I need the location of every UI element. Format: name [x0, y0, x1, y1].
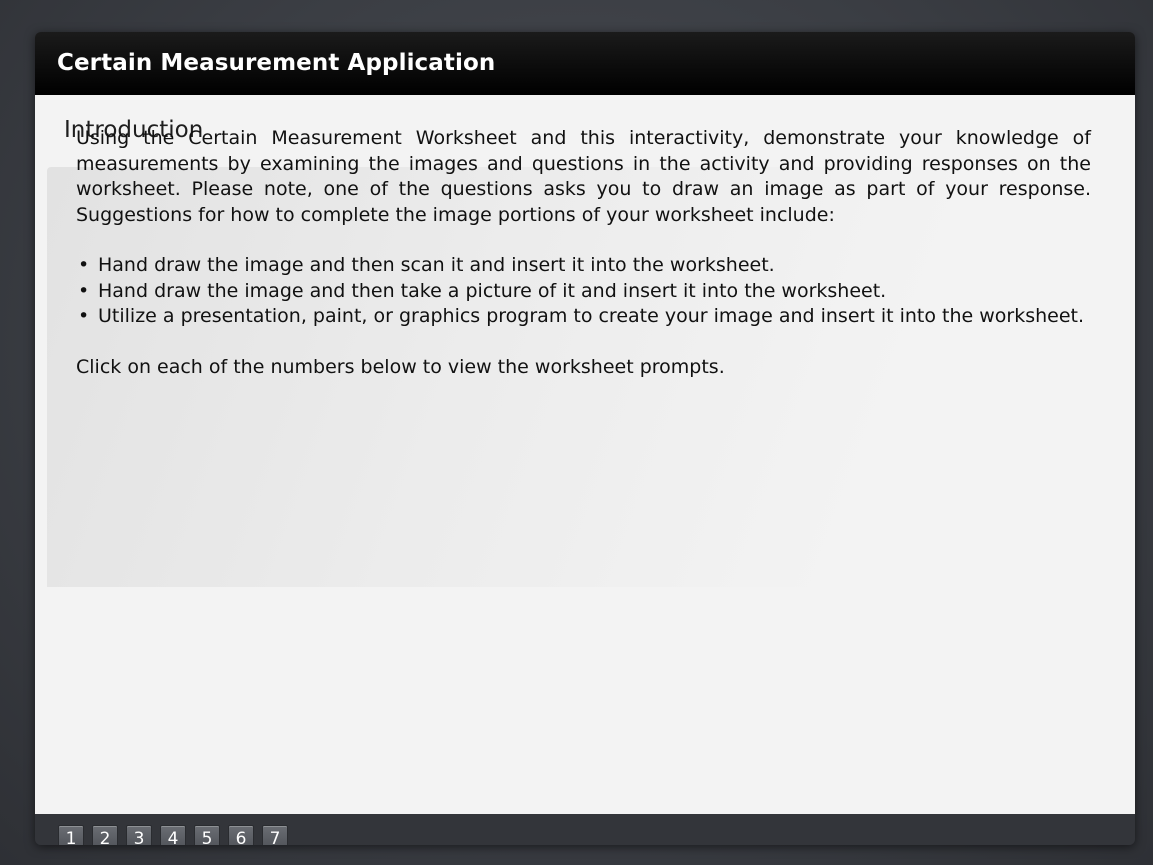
prompt-button-3[interactable]: 3: [126, 825, 152, 845]
prompt-button-4[interactable]: 4: [160, 825, 186, 845]
title-bar: Certain Measurement Application: [35, 32, 1135, 95]
prompt-buttons: 1 2 3 4 5 6 7: [58, 825, 288, 845]
prompt-button-1[interactable]: 1: [58, 825, 84, 845]
app-title: Certain Measurement Application: [57, 50, 496, 76]
intro-text: Using the Certain Measurement Worksheet …: [76, 126, 1091, 380]
nav-bar: 1 2 3 4 5 6 7: [35, 814, 1135, 845]
intro-paragraph: Using the Certain Measurement Worksheet …: [76, 127, 1091, 226]
suggestion-item: Utilize a presentation, paint, or graphi…: [78, 304, 1091, 330]
suggestion-list: Hand draw the image and then scan it and…: [76, 253, 1091, 330]
app-window: Certain Measurement Application Introduc…: [35, 32, 1135, 845]
suggestion-item: Hand draw the image and then scan it and…: [78, 253, 1091, 279]
prompt-button-6[interactable]: 6: [228, 825, 254, 845]
prompt-button-2[interactable]: 2: [92, 825, 118, 845]
suggestion-item: Hand draw the image and then take a pict…: [78, 279, 1091, 305]
prompt-button-5[interactable]: 5: [194, 825, 220, 845]
prompt-button-7[interactable]: 7: [262, 825, 288, 845]
closing-instruction: Click on each of the numbers below to vi…: [76, 355, 725, 378]
